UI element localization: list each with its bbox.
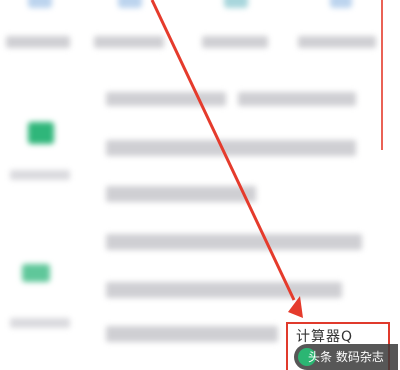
watermark-prefix: 头条	[308, 350, 333, 364]
arrow-annotation	[150, 0, 303, 318]
watermark-name: 数码杂志	[335, 350, 384, 364]
watermark-text: 头条 数码杂志	[308, 348, 384, 365]
calculator-menu-item[interactable]: 计算器Q	[296, 326, 353, 346]
